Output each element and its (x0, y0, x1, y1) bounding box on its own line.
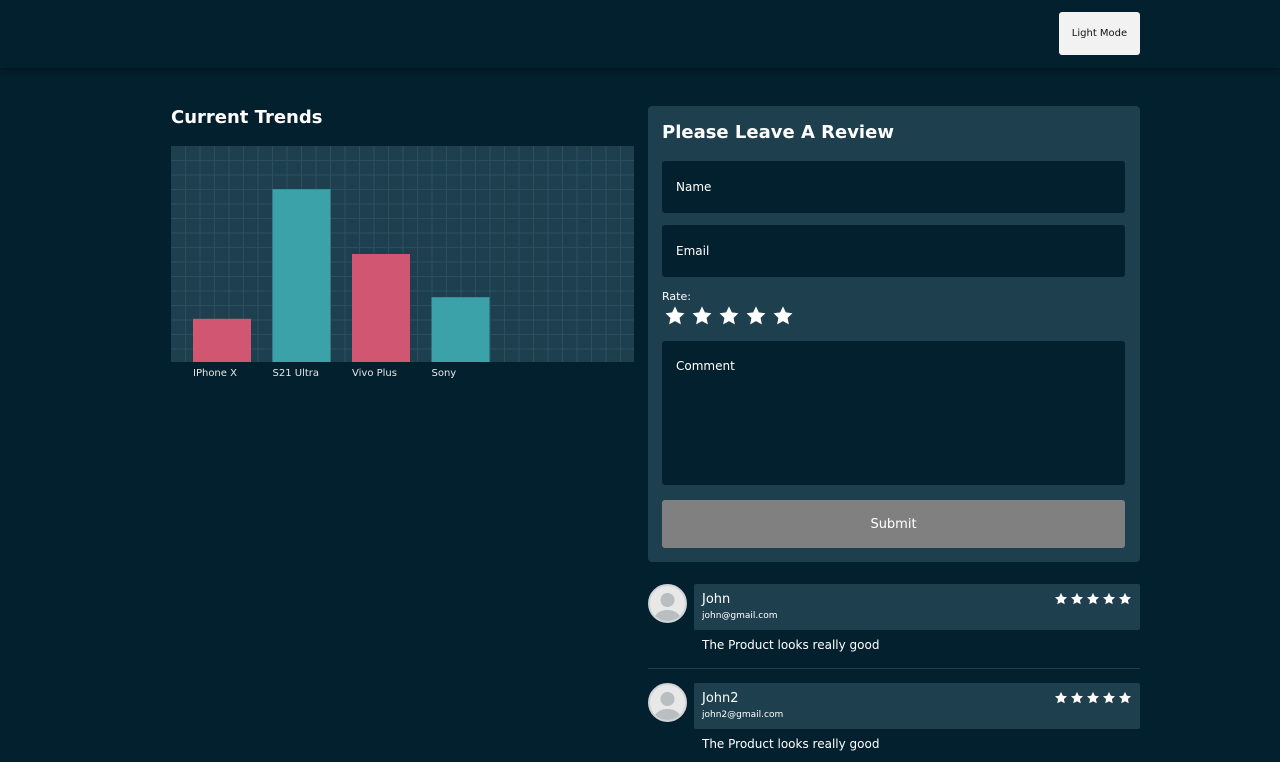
email-input[interactable] (662, 225, 1125, 277)
star-icon (1102, 691, 1116, 704)
review-header: John2 john2@gmail.com (694, 683, 1140, 729)
rate-label: Rate: (662, 290, 691, 303)
rating-input[interactable] (664, 305, 794, 327)
comment-input[interactable] (662, 341, 1125, 485)
star-icon (1054, 592, 1068, 605)
chart-bar[interactable] (431, 297, 490, 362)
star-icon[interactable] (772, 305, 794, 327)
chart-category-label: S21 Ultra (273, 368, 320, 379)
chart-category-label: Sony (432, 368, 457, 379)
star-icon (1102, 592, 1116, 605)
review-text: The Product looks really good (702, 737, 880, 751)
star-icon (1086, 691, 1100, 704)
reviewer-email: john2@gmail.com (702, 710, 784, 720)
reviewer-name: John (702, 592, 731, 607)
trends-title: Current Trends (171, 107, 323, 128)
review-divider (648, 668, 1140, 669)
star-icon (1086, 592, 1100, 605)
star-icon[interactable] (691, 305, 713, 327)
star-icon (1070, 691, 1084, 704)
star-icon (1070, 592, 1084, 605)
trends-chart: IPhone X S21 Ultra Vivo Plus Sony (171, 146, 634, 382)
top-bar: Light Mode (0, 0, 1280, 68)
review-form-panel: Please Leave A Review Rate: Submit (648, 106, 1140, 562)
star-icon[interactable] (745, 305, 767, 327)
star-icon (1118, 592, 1132, 605)
trends-chart-svg: IPhone X S21 Ultra Vivo Plus Sony (171, 146, 634, 379)
avatar (648, 584, 687, 623)
review-rating (1054, 691, 1132, 705)
chart-bar[interactable] (193, 318, 251, 362)
star-icon[interactable] (664, 305, 686, 327)
reviewer-email: john@gmail.com (702, 611, 778, 621)
chart-bar[interactable] (272, 189, 331, 362)
review-text: The Product looks really good (702, 638, 880, 652)
reviewer-name: John2 (702, 691, 739, 706)
light-mode-button[interactable]: Light Mode (1059, 12, 1140, 55)
name-input[interactable] (662, 161, 1125, 213)
user-avatar-icon (654, 692, 681, 720)
chart-bar[interactable] (352, 254, 410, 362)
review-form-title: Please Leave A Review (662, 122, 894, 143)
chart-category-label: IPhone X (193, 368, 237, 379)
star-icon[interactable] (718, 305, 740, 327)
review-header: John john@gmail.com (694, 584, 1140, 630)
avatar (648, 683, 687, 722)
user-avatar-icon (654, 593, 681, 621)
chart-category-label: Vivo Plus (352, 368, 397, 379)
star-icon (1054, 691, 1068, 704)
submit-button[interactable]: Submit (662, 500, 1125, 548)
star-icon (1118, 691, 1132, 704)
review-rating (1054, 592, 1132, 606)
